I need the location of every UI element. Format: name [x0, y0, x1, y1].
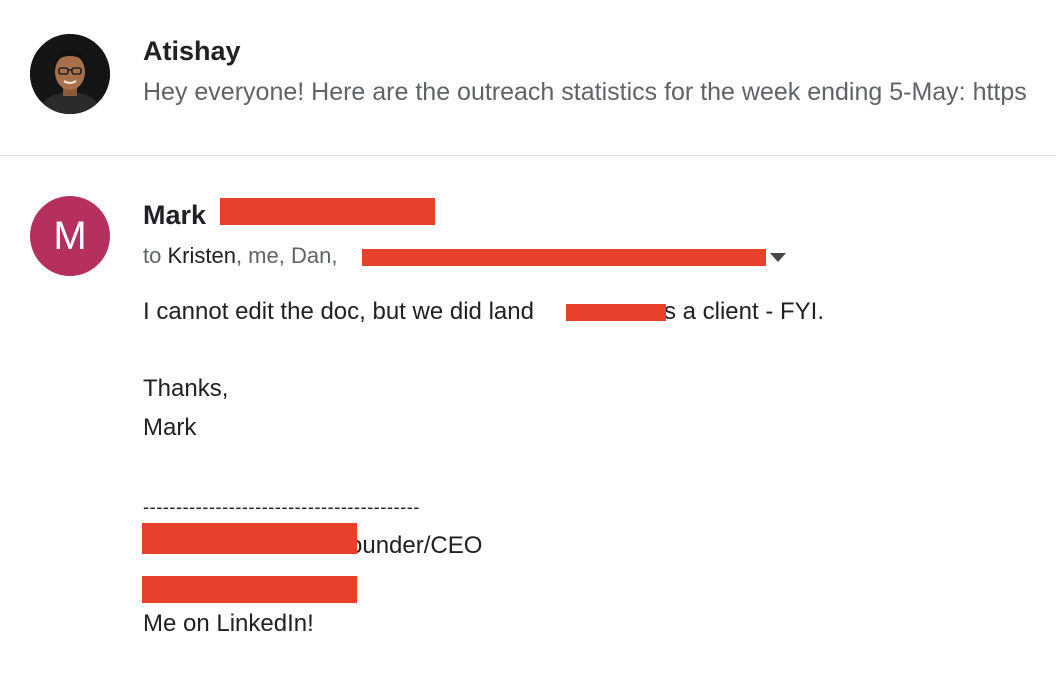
sender-avatar-photo: [30, 34, 110, 114]
person-photo-icon: [30, 34, 110, 114]
redaction-signature-phone: [142, 576, 357, 603]
body-thanks: Thanks,: [143, 375, 229, 402]
recipients-prefix: to: [143, 243, 168, 268]
redaction-client-name: [566, 304, 666, 321]
sender-name: Mark: [143, 200, 207, 230]
signature-divider: ----------------------------------------…: [143, 497, 420, 517]
sender-name: Atishay: [143, 36, 241, 66]
signature-linkedin-link[interactable]: Me on LinkedIn!: [143, 610, 314, 638]
email-thread: Atishay Hey everyone! Here are the outre…: [0, 0, 1056, 682]
redaction-recipient-email: [362, 249, 766, 266]
expanded-message: M Mark to Kristen, me, Dan, I cannot edi…: [0, 156, 1056, 682]
signature-title-text: ounder/CEO: [349, 532, 483, 559]
sender-avatar: M: [30, 196, 110, 276]
collapsed-message[interactable]: Atishay Hey everyone! Here are the outre…: [0, 0, 1056, 156]
body-line-1-after: as a client - FYI.: [643, 298, 824, 325]
avatar-letter: M: [53, 213, 87, 258]
recipient-kristen: Kristen: [167, 243, 236, 268]
redaction-sender-surname: [220, 198, 435, 225]
recipients-line[interactable]: to Kristen, me, Dan,: [143, 243, 337, 269]
message-snippet: Hey everyone! Here are the outreach stat…: [143, 78, 1027, 106]
recipients-rest: , me, Dan,: [235, 243, 338, 268]
body-signoff: Mark: [143, 414, 197, 441]
show-details-chevron-down-icon[interactable]: [770, 253, 786, 262]
body-line-1-before: I cannot edit the doc, but we did land: [143, 298, 534, 325]
body-line-1: I cannot edit the doc, but we did land a…: [143, 298, 824, 326]
redaction-signature-name: [142, 523, 357, 554]
